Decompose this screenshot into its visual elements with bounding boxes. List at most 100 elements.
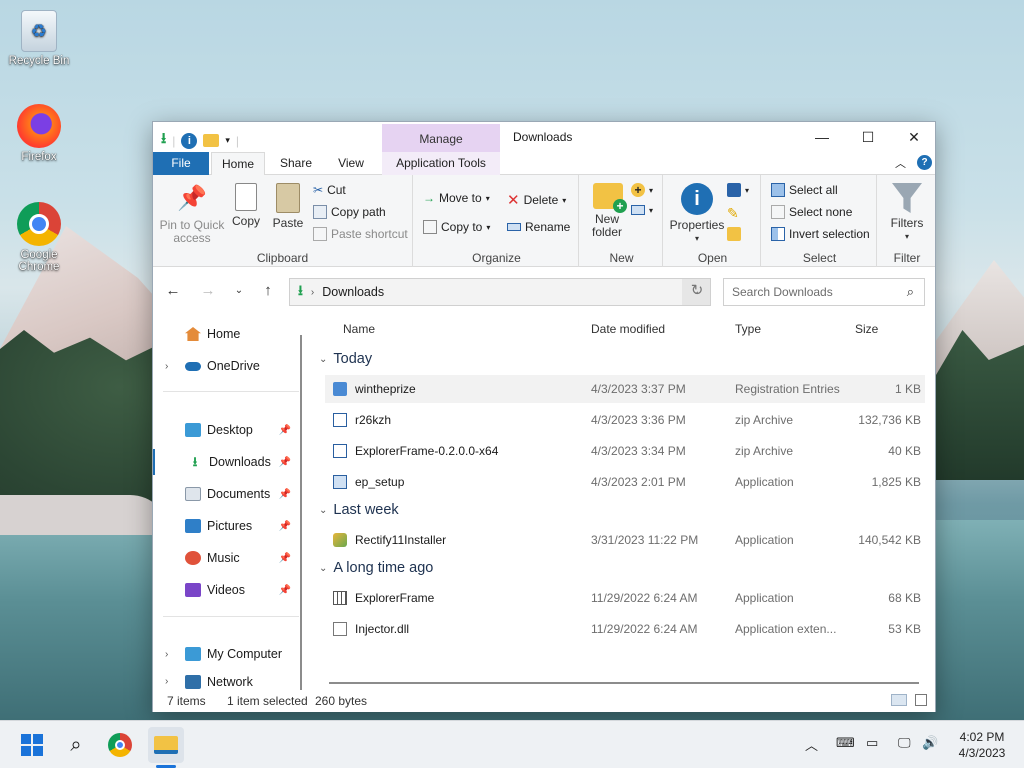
- expand-chevron-icon[interactable]: ›: [165, 676, 185, 687]
- nav-item-desktop[interactable]: Desktop 📌: [153, 417, 299, 443]
- file-row[interactable]: ExplorerFrame 11/29/2022 6:24 AM Applica…: [325, 584, 925, 612]
- group-header-last-week[interactable]: ⌄ Last week: [319, 502, 399, 518]
- select-none-button[interactable]: Select none: [771, 205, 852, 219]
- nav-item-my-computer[interactable]: › My Computer: [153, 641, 299, 667]
- maximize-button[interactable]: ☐: [845, 122, 891, 152]
- start-button[interactable]: [18, 731, 46, 759]
- horizontal-scrollbar[interactable]: [329, 682, 919, 684]
- desktop-icon-recycle-bin[interactable]: ♻ Recycle Bin: [3, 10, 75, 67]
- tab-file[interactable]: File: [153, 152, 209, 175]
- expand-chevron-icon[interactable]: ›: [165, 649, 185, 660]
- properties-icon: i: [681, 183, 713, 215]
- file-row[interactable]: r26kzh 4/3/2023 3:36 PM zip Archive 132,…: [325, 406, 925, 434]
- nav-item-network[interactable]: › Network: [153, 673, 299, 690]
- new-folder-qat-icon[interactable]: [203, 134, 220, 147]
- file-row[interactable]: ep_setup 4/3/2023 2:01 PM Application 1,…: [325, 468, 925, 496]
- move-to-button[interactable]: → Move to ▾: [423, 191, 490, 205]
- keyboard-icon[interactable]: ⌨: [836, 735, 855, 751]
- pin-quick-access-button[interactable]: 📌 Pin to Quick access: [159, 183, 225, 245]
- easy-access-button[interactable]: ▾: [631, 205, 653, 215]
- manage-contextual-tab[interactable]: Manage: [382, 124, 500, 152]
- properties-qat-icon[interactable]: i: [181, 132, 198, 149]
- file-row[interactable]: wintheprize 4/3/2023 3:37 PM Registratio…: [325, 375, 925, 403]
- recycle-bin-icon: ♻: [21, 10, 57, 52]
- column-header-type[interactable]: Type: [735, 322, 761, 336]
- invert-selection-button[interactable]: Invert selection: [771, 227, 870, 241]
- file-date: 11/29/2022 6:24 AM: [591, 591, 698, 605]
- file-row[interactable]: Injector.dll 11/29/2022 6:24 AM Applicat…: [325, 615, 925, 643]
- search-icon[interactable]: ⌕: [907, 284, 914, 300]
- address-bar[interactable]: ⭳ › Downloads ⌄: [289, 278, 711, 306]
- back-button[interactable]: ←: [161, 280, 185, 302]
- copy-to-button[interactable]: Copy to ▾: [423, 220, 490, 234]
- paste-button[interactable]: Paste: [271, 183, 305, 230]
- desktop-icon-firefox[interactable]: Firefox: [3, 104, 75, 163]
- nav-item-pictures[interactable]: Pictures 📌: [153, 513, 299, 539]
- column-header-name[interactable]: Name: [343, 322, 375, 336]
- column-header-size[interactable]: Size: [855, 322, 878, 336]
- rename-button[interactable]: Rename: [507, 220, 570, 234]
- minimize-button[interactable]: —: [799, 122, 845, 152]
- delete-button[interactable]: ✕ Delete ▾: [507, 191, 566, 209]
- new-item-button[interactable]: + ▾: [631, 183, 653, 197]
- file-row[interactable]: Rectify11Installer 3/31/2023 11:22 PM Ap…: [325, 526, 925, 554]
- forward-button[interactable]: →: [196, 280, 220, 302]
- file-name: ep_setup: [355, 475, 405, 489]
- nav-item-videos[interactable]: Videos 📌: [153, 577, 299, 603]
- clock[interactable]: 4:02 PM 4/3/2023: [948, 729, 1016, 761]
- show-hidden-icons-button[interactable]: ︿: [805, 735, 818, 754]
- navigation-pane-scrollbar[interactable]: [300, 335, 302, 690]
- taskbar-file-explorer[interactable]: [148, 727, 184, 763]
- nav-item-label: My Computer: [207, 647, 283, 661]
- tab-view[interactable]: View: [327, 152, 375, 175]
- volume-icon[interactable]: 🔊: [922, 735, 938, 751]
- copy-button[interactable]: Copy: [229, 183, 263, 228]
- group-header-today[interactable]: ⌄ Today: [319, 351, 372, 367]
- breadcrumb-downloads[interactable]: Downloads: [322, 285, 384, 299]
- tab-share[interactable]: Share: [273, 152, 319, 175]
- history-button[interactable]: [727, 227, 741, 241]
- copy-icon: [235, 183, 257, 211]
- close-button[interactable]: ✕: [891, 122, 937, 152]
- nav-item-home[interactable]: Home: [153, 321, 299, 347]
- recent-locations-button[interactable]: ⌄: [227, 280, 251, 302]
- open-button[interactable]: ▾: [727, 183, 749, 197]
- invert-selection-label: Invert selection: [789, 227, 870, 241]
- search-input[interactable]: Search Downloads: [732, 285, 833, 299]
- properties-button[interactable]: i Properties ▾: [669, 183, 725, 245]
- details-view-icon[interactable]: [891, 694, 907, 706]
- select-all-button[interactable]: Select all: [771, 183, 838, 197]
- help-icon[interactable]: ?: [917, 155, 932, 170]
- collapse-ribbon-icon[interactable]: ︿: [895, 155, 906, 171]
- network-status-icon[interactable]: 🖵: [898, 735, 911, 751]
- nav-item-onedrive[interactable]: › OneDrive: [153, 353, 299, 379]
- nav-item-documents[interactable]: Documents 📌: [153, 481, 299, 507]
- copy-path-button[interactable]: Copy path: [313, 205, 386, 219]
- large-icons-view-icon[interactable]: [915, 694, 927, 706]
- file-row[interactable]: ExplorerFrame-0.2.0.0-x64 4/3/2023 3:34 …: [325, 437, 925, 465]
- nav-item-music[interactable]: Music 📌: [153, 545, 299, 571]
- taskbar-chrome[interactable]: [106, 731, 134, 759]
- tab-home[interactable]: Home: [211, 152, 265, 176]
- up-button[interactable]: ↑: [256, 280, 280, 302]
- nav-item-downloads[interactable]: ⭳ Downloads 📌: [153, 449, 299, 475]
- group-label-organize: Organize: [472, 251, 521, 265]
- expand-chevron-icon[interactable]: ›: [165, 361, 185, 372]
- tab-application-tools[interactable]: Application Tools: [382, 152, 500, 175]
- desktop-icon-chrome[interactable]: Google Chrome: [3, 202, 75, 273]
- search-button[interactable]: ⌕: [62, 731, 90, 759]
- refresh-button[interactable]: ↻: [684, 280, 710, 302]
- search-box[interactable]: Search Downloads ⌕: [723, 278, 925, 306]
- column-header-date[interactable]: Date modified: [591, 322, 665, 336]
- chevron-down-icon[interactable]: ▾: [225, 135, 230, 146]
- paste-shortcut-button[interactable]: Paste shortcut: [313, 227, 408, 241]
- new-folder-button[interactable]: + New folder: [587, 183, 629, 239]
- filters-button[interactable]: Filters ▾: [885, 183, 929, 243]
- group-header-long-time-ago[interactable]: ⌄ A long time ago: [319, 560, 433, 576]
- nav-item-label: Desktop: [207, 423, 253, 437]
- title-bar[interactable]: ⭳ | i ▾ | Manage Downloads — ☐ ✕: [153, 122, 935, 152]
- download-arrow-icon[interactable]: ⭳: [161, 128, 166, 153]
- tablet-mode-icon[interactable]: ▭: [866, 735, 878, 751]
- cut-button[interactable]: ✂ Cut: [313, 183, 346, 197]
- edit-button[interactable]: ✎: [727, 205, 739, 222]
